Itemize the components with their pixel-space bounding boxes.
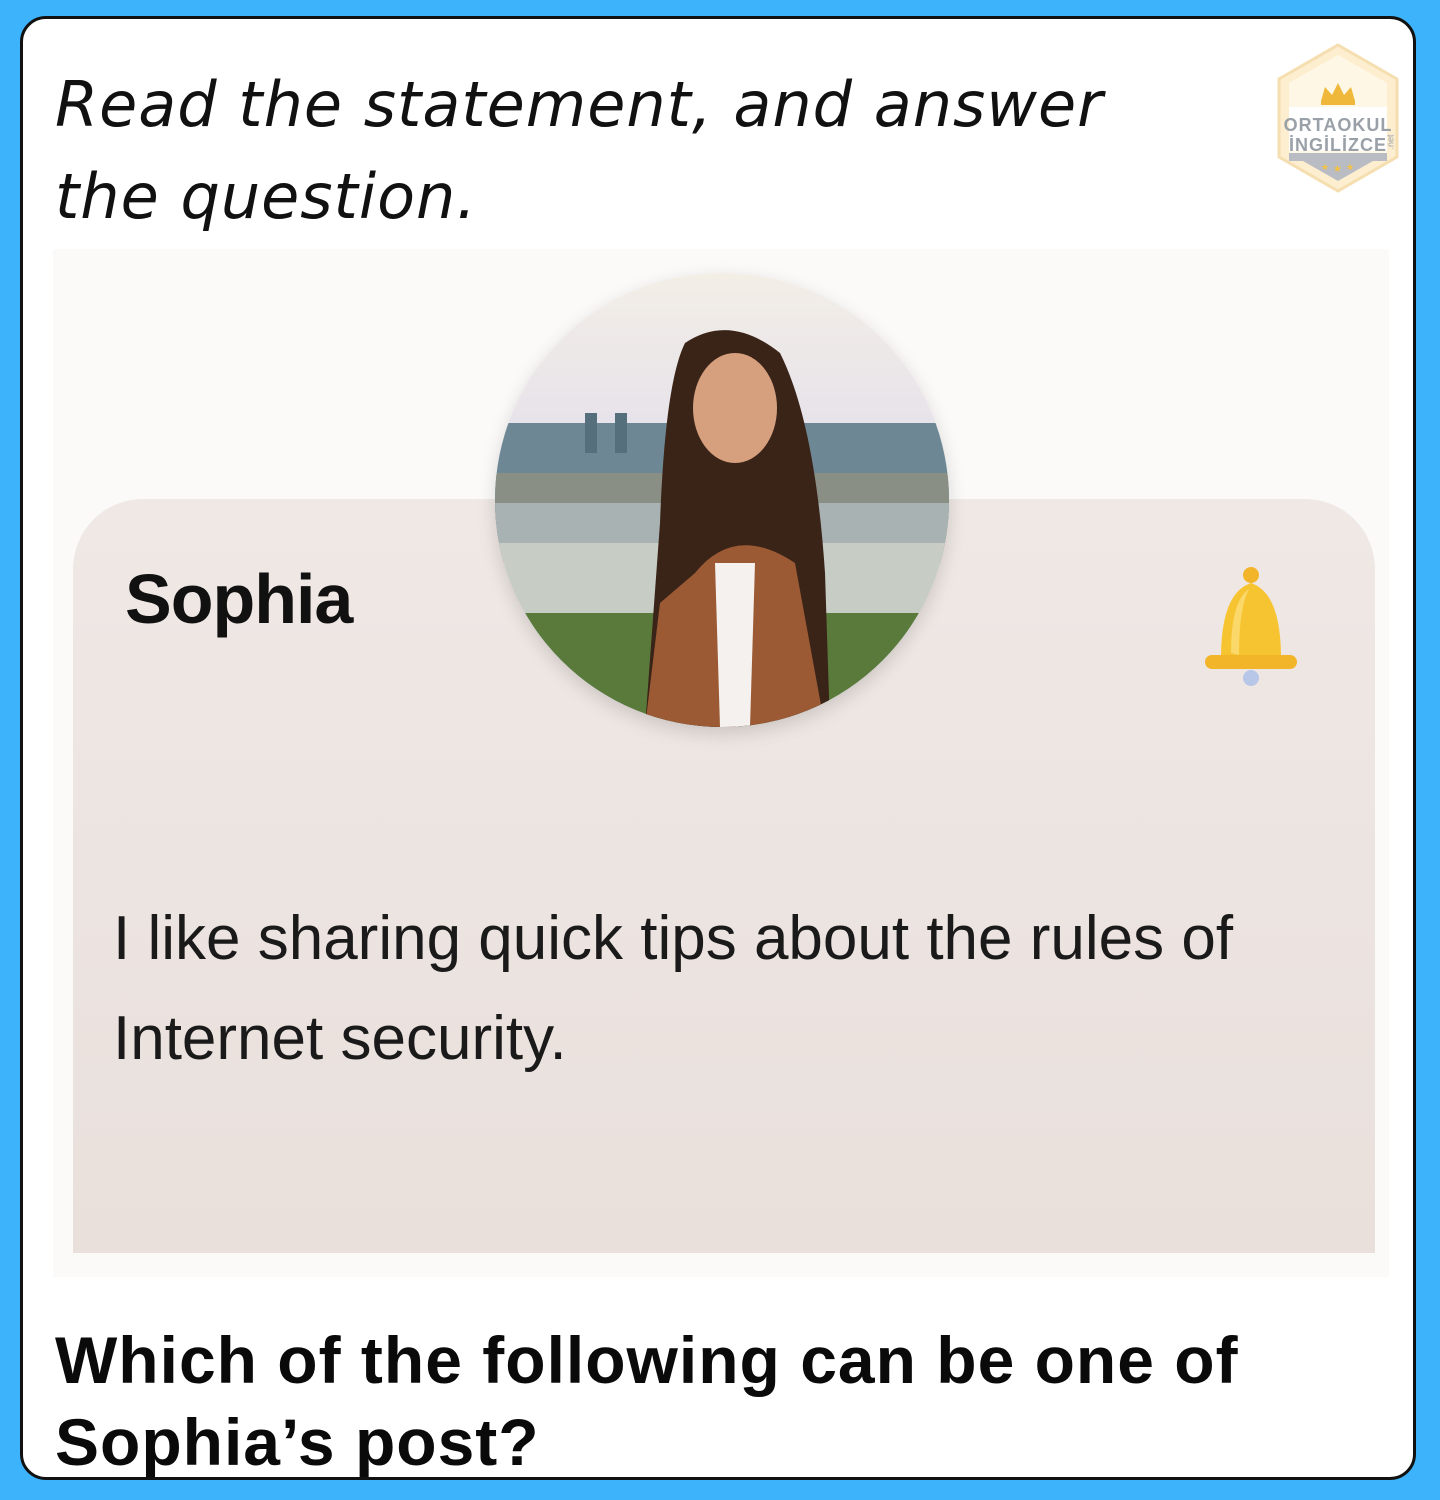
question-frame: Read the statement, and answer the quest… bbox=[20, 16, 1416, 1480]
svg-text:★: ★ bbox=[1346, 162, 1354, 172]
logo-text: ORTAOKUL İNGİLİZCE bbox=[1273, 115, 1403, 155]
post-statement: I like sharing quick tips about the rule… bbox=[113, 904, 1234, 1073]
avatar bbox=[495, 273, 949, 727]
svg-text:★: ★ bbox=[1333, 164, 1342, 175]
logo-line-1: ORTAOKUL bbox=[1283, 115, 1393, 135]
bell-icon bbox=[1205, 567, 1297, 686]
svg-text:★: ★ bbox=[1321, 162, 1329, 172]
question-text: Which of the following can be one of Sop… bbox=[55, 1323, 1239, 1479]
instruction-text: Read the statement, and answer the quest… bbox=[55, 68, 1104, 233]
logo-line-2: İNGİLİZCE bbox=[1289, 135, 1387, 155]
profile-photo-icon bbox=[495, 273, 949, 727]
logo-suffix: .net bbox=[1385, 134, 1396, 150]
post-illustration: Sophia I like sharing quick tips about t… bbox=[53, 249, 1389, 1277]
profile-name: Sophia bbox=[125, 560, 353, 638]
site-logo: ★ ★ ★ ORTAOKUL İNGİLİZCE .net bbox=[1273, 41, 1403, 195]
